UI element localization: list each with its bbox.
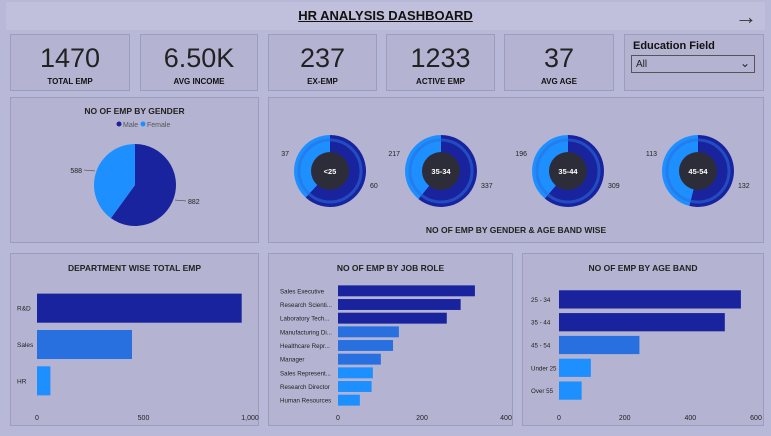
bar: [37, 366, 51, 396]
department-bar-chart: R&D Sales HR 0 500 1,000: [17, 293, 259, 422]
donut-center-label: 35-34: [431, 167, 451, 176]
dashboard-title: HR ANALYSIS DASHBOARD: [298, 8, 473, 23]
bar: [559, 381, 582, 400]
tick-label: 200: [416, 415, 428, 422]
legend-label: Male: [123, 122, 138, 129]
tick-label: 200: [619, 415, 631, 422]
tick-label: 0: [557, 415, 561, 422]
bar: [338, 353, 381, 365]
tick-label: 600: [750, 415, 762, 422]
kpi-ex-emp: 237 EX-EMP: [268, 34, 377, 91]
category-label: Under 25: [531, 365, 557, 372]
kpi-label: EX-EMP: [307, 77, 338, 86]
age-band-donut-card: <25 37 60 35-34 217 337 35-44 196 309 45-54 113 132…: [268, 97, 764, 243]
kpi-value: 1470: [39, 43, 101, 73]
job-role-bar-chart: Sales Executive Research Scienti... Labora…: [280, 285, 512, 422]
legend-swatch: [140, 121, 146, 127]
donut-center-label: 35-44: [558, 167, 578, 176]
kpi-avg-income: 6.50K AVG INCOME: [140, 34, 258, 91]
data-label: 337: [481, 183, 493, 190]
category-label: 35 - 44: [531, 320, 551, 327]
data-label: 588: [70, 168, 82, 175]
kpi-avg-age: 37 AVG AGE: [504, 34, 614, 91]
slicer-value: All: [636, 59, 648, 70]
chart-title: NO OF EMP BY GENDER & AGE BAND WISE: [425, 225, 607, 235]
tick-label: 400: [684, 415, 696, 422]
category-label: Sales Executive: [280, 288, 325, 295]
data-label: 882: [188, 199, 200, 206]
kpi-total-emp: 1470 TOTAL EMP: [10, 34, 130, 91]
kpi-value: 1233: [410, 43, 471, 73]
education-field-slicer: Education Field All ⌄: [624, 34, 764, 91]
data-label: 37: [281, 151, 289, 158]
tick-label: 0: [336, 415, 340, 422]
legend-swatch: [116, 121, 122, 127]
kpi-label: AVG INCOME: [173, 77, 225, 86]
category-label: Sales: [17, 342, 34, 349]
bar: [559, 335, 640, 355]
category-label: HR: [17, 378, 27, 385]
kpi-value: 37: [543, 43, 575, 73]
gender-pie-chart: Male Female 882 588: [70, 121, 200, 227]
category-label: Laboratory Tech...: [280, 316, 330, 323]
category-label: 45 - 54: [531, 343, 551, 350]
chevron-down-icon: ⌄: [739, 56, 750, 70]
bar: [338, 340, 394, 351]
donut-center-label: <25: [324, 167, 337, 176]
bar: [338, 285, 475, 297]
kpi-label: AVG AGE: [540, 77, 577, 86]
leader-line: [174, 199, 187, 202]
bar: [338, 394, 360, 406]
header-bar: HR ANALYSIS DASHBOARD →: [6, 2, 765, 30]
donut-center-label: 45-54: [688, 167, 708, 176]
tick-label: 1,000: [241, 415, 259, 422]
tick-label: 400: [500, 415, 512, 422]
bar: [338, 299, 461, 310]
bar: [338, 381, 372, 392]
category-label: Sales Represent...: [280, 370, 331, 377]
tick-label: 0: [35, 415, 39, 422]
education-field-dropdown[interactable]: All ⌄: [631, 55, 755, 73]
data-label: 196: [515, 151, 527, 158]
age-band-bar-card: NO OF EMP BY AGE BAND 25 - 34 35 - 44 45 -…: [522, 253, 764, 426]
bar: [338, 326, 399, 338]
bar: [37, 329, 132, 360]
job-role-bar-card: NO OF EMP BY JOB ROLE Sales Executive Res…: [268, 253, 513, 426]
category-label: Research Scienti...: [280, 302, 332, 309]
data-label: 60: [370, 183, 378, 190]
kpi-value: 6.50K: [163, 43, 235, 73]
category-label: Manufacturing Di...: [280, 329, 332, 336]
data-label: 217: [388, 151, 400, 158]
category-label: R&D: [17, 306, 31, 313]
kpi-label: TOTAL EMP: [47, 77, 93, 86]
kpi-label: ACTIVE EMP: [416, 77, 465, 86]
category-label: Over 55: [531, 388, 554, 395]
data-label: 132: [738, 183, 750, 190]
bar: [37, 293, 242, 323]
category-label: Human Resources: [280, 398, 331, 405]
kpi-value: 237: [299, 43, 346, 73]
bar: [559, 358, 591, 377]
bar: [559, 290, 741, 309]
age-band-bar-chart: 25 - 34 35 - 44 45 - 54 Under 25 Over 55 0 200…: [531, 290, 762, 422]
bar: [338, 312, 447, 324]
category-label: Research Director: [280, 384, 330, 391]
slicer-label: Education Field: [633, 40, 715, 52]
age-band-donut-charts: <25 37 60 35-34 217 337 35-44 196 309 45-54 113 132: [281, 135, 750, 207]
category-label: Manager: [280, 357, 304, 364]
leader-line: [83, 169, 96, 172]
category-label: Healthcare Repr...: [280, 343, 330, 350]
data-label: 309: [608, 183, 620, 190]
bar: [338, 367, 373, 379]
category-label: 25 - 34: [531, 297, 551, 304]
tick-label: 500: [138, 415, 150, 422]
kpi-active-emp: 1233 ACTIVE EMP: [386, 34, 495, 91]
gender-pie-card: NO OF EMP BY GENDER Male Female 882 588: [10, 97, 259, 243]
data-label: 113: [646, 151, 657, 158]
legend-label: Female: [147, 122, 170, 129]
bar: [559, 313, 725, 332]
department-bar-card: DEPARTMENT WISE TOTAL EMP R&D Sales HR 0 500…: [10, 253, 259, 426]
arrow-right-icon[interactable]: →: [735, 4, 757, 30]
